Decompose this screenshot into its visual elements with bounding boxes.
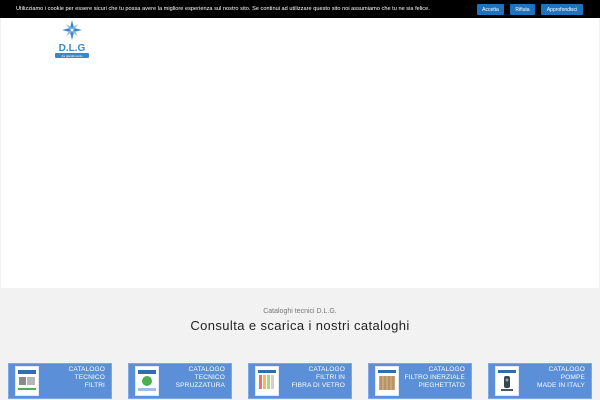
catalog-label: CATALOGO FILTRI IN FIBRA DI VETRO: [291, 366, 345, 390]
catalog-card-pompe[interactable]: CATALOGO POMPE MADE IN ITALY: [488, 363, 592, 399]
catalog-label: CATALOGO TECNICO SPRUZZATURA: [175, 366, 225, 390]
cookie-more-info-button[interactable]: Approfondisci: [541, 4, 583, 15]
catalog-cover-image: [255, 366, 279, 396]
catalog-label: CATALOGO FILTRO INERZIALE PIEGHETTATO: [404, 366, 465, 390]
catalog-cover-image: [495, 366, 519, 396]
catalog-card-filtro-inerziale[interactable]: CATALOGO FILTRO INERZIALE PIEGHETTATO: [368, 363, 472, 399]
catalog-card-spruzzatura[interactable]: CATALOGO TECNICO SPRUZZATURA: [128, 363, 232, 399]
catalog-cover-image: [375, 366, 399, 396]
cookie-message: Utilizziamo i cookie per essere sicuri c…: [16, 6, 430, 12]
logo-tagline: tra giardini ardo: [62, 54, 83, 58]
cookie-accept-button[interactable]: Accetta: [477, 4, 504, 15]
catalog-cover-image: [15, 366, 39, 396]
compass-star-icon: D.L.G tra giardini ardo: [55, 20, 89, 58]
catalog-label: CATALOGO POMPE MADE IN ITALY: [537, 366, 585, 390]
catalog-card-filtri[interactable]: CATALOGO TECNICO FILTRI: [8, 363, 112, 399]
catalog-cards: CATALOGO TECNICO FILTRI CATALOGO TECNICO: [0, 363, 600, 400]
catalog-cover-image: [135, 366, 159, 396]
catalog-label: CATALOGO TECNICO FILTRI: [68, 366, 105, 390]
catalog-title: Consulta e scarica i nostri cataloghi: [190, 318, 410, 333]
catalog-subtitle: Cataloghi tecnici D.L.G.: [263, 308, 337, 315]
dlg-logo[interactable]: D.L.G tra giardini ardo: [53, 18, 91, 60]
catalog-section: Cataloghi tecnici D.L.G. Consulta e scar…: [0, 288, 600, 400]
page: Utilizziamo i cookie per essere sicuri c…: [0, 0, 600, 400]
cookie-refuse-button[interactable]: Rifiuta: [510, 4, 535, 15]
logo-text: D.L.G: [59, 43, 86, 54]
catalog-card-fibra-di-vetro[interactable]: CATALOGO FILTRI IN FIBRA DI VETRO: [248, 363, 352, 399]
